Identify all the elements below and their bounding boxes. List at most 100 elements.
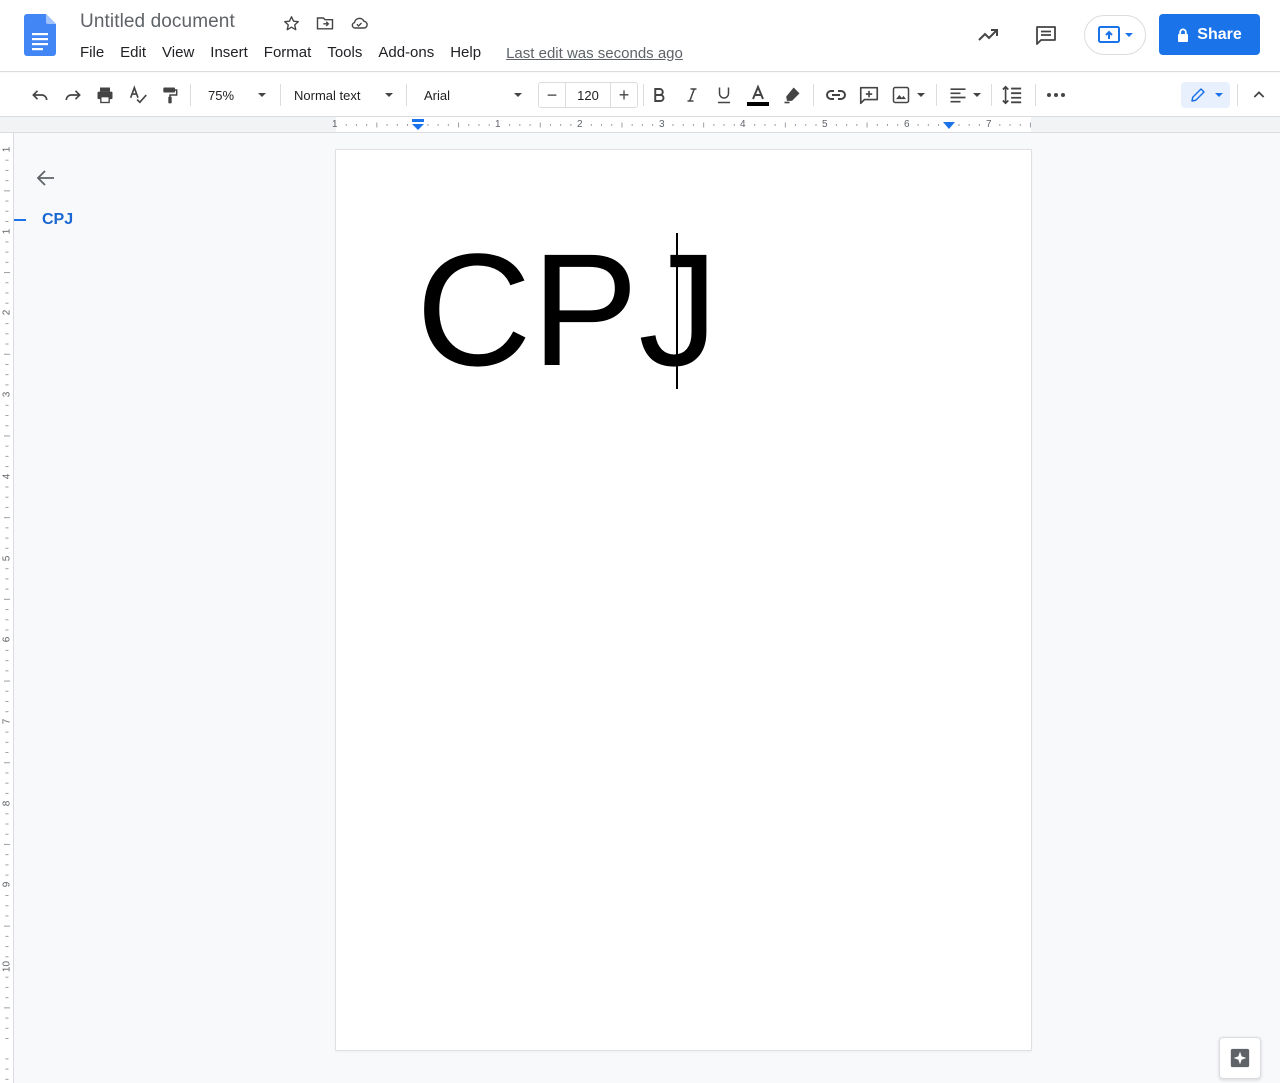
share-button[interactable]: Share (1159, 14, 1260, 55)
document-page[interactable]: CPJ (336, 150, 1031, 1050)
toolbar-divider (406, 84, 407, 106)
lock-icon (1178, 28, 1189, 42)
editing-mode-button[interactable] (1181, 82, 1230, 108)
horizontal-ruler[interactable]: 1 1 2 3 4 5 6 7 (0, 117, 1280, 133)
ruler-number: 7 (986, 119, 992, 130)
decrease-font-size-button[interactable]: − (539, 83, 565, 107)
last-edit-link[interactable]: Last edit was seconds ago (506, 45, 683, 62)
ruler-number: 1 (1, 228, 13, 234)
ruler-number: 4 (1, 473, 13, 480)
menu-bar: File Edit View Insert Format Tools Add-o… (72, 43, 683, 63)
ruler-number: 1 (495, 119, 501, 130)
right-indent-marker-icon[interactable] (943, 122, 955, 132)
insert-image-button[interactable] (888, 83, 928, 107)
menu-insert[interactable]: Insert (202, 43, 256, 63)
left-indent-marker-icon[interactable] (411, 119, 425, 131)
undo-icon[interactable] (28, 83, 52, 107)
ruler-ticks (4, 159, 10, 1080)
insert-link-icon[interactable] (823, 83, 849, 107)
paint-format-icon[interactable] (158, 83, 182, 107)
font-size-stepper: − 120 + (538, 82, 638, 108)
line-spacing-icon[interactable] (999, 83, 1025, 107)
move-to-folder-icon[interactable] (314, 12, 336, 34)
menu-tools[interactable]: Tools (319, 43, 370, 63)
toolbar-divider (813, 84, 814, 106)
ruler-number: 2 (1, 310, 13, 316)
ruler-number: 3 (659, 119, 665, 130)
zoom-select[interactable]: 75% (200, 83, 272, 107)
ruler-number: 2 (577, 119, 583, 130)
align-select[interactable] (944, 83, 984, 107)
menu-file[interactable]: File (72, 43, 112, 63)
menu-add-ons[interactable]: Add-ons (370, 43, 442, 63)
ruler-number: 7 (1, 718, 13, 725)
toolbar-divider (280, 84, 281, 106)
redo-icon[interactable] (61, 83, 85, 107)
text-cursor (676, 233, 678, 389)
toolbar-divider (1237, 84, 1238, 106)
highlight-color-icon[interactable] (780, 83, 804, 107)
comment-history-icon[interactable] (1026, 15, 1066, 55)
underline-icon[interactable] (713, 83, 735, 107)
cloud-saved-icon[interactable] (348, 12, 370, 34)
formatting-toolbar: 75% Normal text Arial − 120 + (0, 73, 1280, 117)
ruler-number: 10 (1, 960, 13, 973)
document-body-text[interactable]: CPJ (416, 230, 718, 390)
docs-logo-icon[interactable] (24, 14, 56, 56)
chevron-down-icon (514, 93, 522, 97)
chevron-down-icon (1214, 93, 1223, 97)
explore-button[interactable] (1219, 1037, 1261, 1079)
ruler-number: 6 (1, 636, 13, 643)
increase-font-size-button[interactable]: + (611, 83, 637, 107)
menu-help[interactable]: Help (442, 43, 489, 63)
toolbar-divider (190, 84, 191, 106)
ruler-number: 4 (740, 119, 746, 130)
toolbar-divider (1035, 84, 1036, 106)
star-icon[interactable] (280, 12, 302, 34)
outline-active-marker (14, 219, 26, 221)
print-icon[interactable] (93, 83, 117, 107)
text-color-icon[interactable] (745, 83, 771, 107)
pencil-icon (1190, 88, 1205, 102)
activity-dashboard-icon[interactable] (968, 15, 1008, 55)
paragraph-style-value: Normal text (294, 87, 361, 103)
ruler-ticks (345, 122, 1031, 128)
app-header: Untitled document File Edit View Insert … (0, 0, 1280, 72)
add-comment-icon[interactable] (857, 83, 881, 107)
toolbar-divider (643, 84, 644, 106)
bold-icon[interactable] (648, 83, 670, 107)
chevron-down-icon (917, 93, 925, 97)
explore-sparkle-icon (1230, 1048, 1250, 1068)
spellcheck-icon[interactable] (126, 83, 150, 107)
menu-view[interactable]: View (154, 43, 202, 63)
share-label: Share (1197, 25, 1242, 43)
chevron-down-icon (385, 93, 393, 97)
font-family-select[interactable]: Arial (416, 83, 528, 107)
zoom-value: 75% (208, 87, 235, 103)
paragraph-style-select[interactable]: Normal text (287, 83, 399, 107)
font-family-value: Arial (424, 87, 451, 103)
title-actions (280, 12, 370, 34)
hide-menus-chevron-up-icon[interactable] (1247, 83, 1271, 107)
ruler-number: 1 (1, 146, 13, 153)
ruler-number: 8 (1, 800, 13, 806)
toolbar-divider (936, 84, 937, 106)
vertical-ruler[interactable]: 1 1 2 3 4 5 6 7 8 9 10 (0, 133, 14, 1083)
outline-item[interactable]: CPJ (42, 211, 73, 229)
present-button[interactable] (1084, 14, 1146, 55)
font-size-input[interactable]: 120 (565, 83, 611, 107)
menu-format[interactable]: Format (256, 43, 320, 63)
image-icon (892, 86, 910, 104)
menu-edit[interactable]: Edit (112, 43, 154, 63)
ruler-number: 1 (332, 119, 338, 130)
chevron-down-icon (972, 93, 981, 97)
chevron-down-icon (1125, 32, 1133, 37)
ruler-number: 9 (1, 882, 13, 888)
ruler-number: 6 (904, 119, 910, 130)
italic-icon[interactable] (681, 83, 703, 107)
header-actions: Share (968, 14, 1260, 55)
close-outline-arrow-left-icon[interactable] (34, 166, 58, 190)
ruler-number: 3 (1, 391, 13, 398)
document-title[interactable]: Untitled document (80, 11, 235, 33)
more-options-icon[interactable] (1044, 83, 1068, 107)
